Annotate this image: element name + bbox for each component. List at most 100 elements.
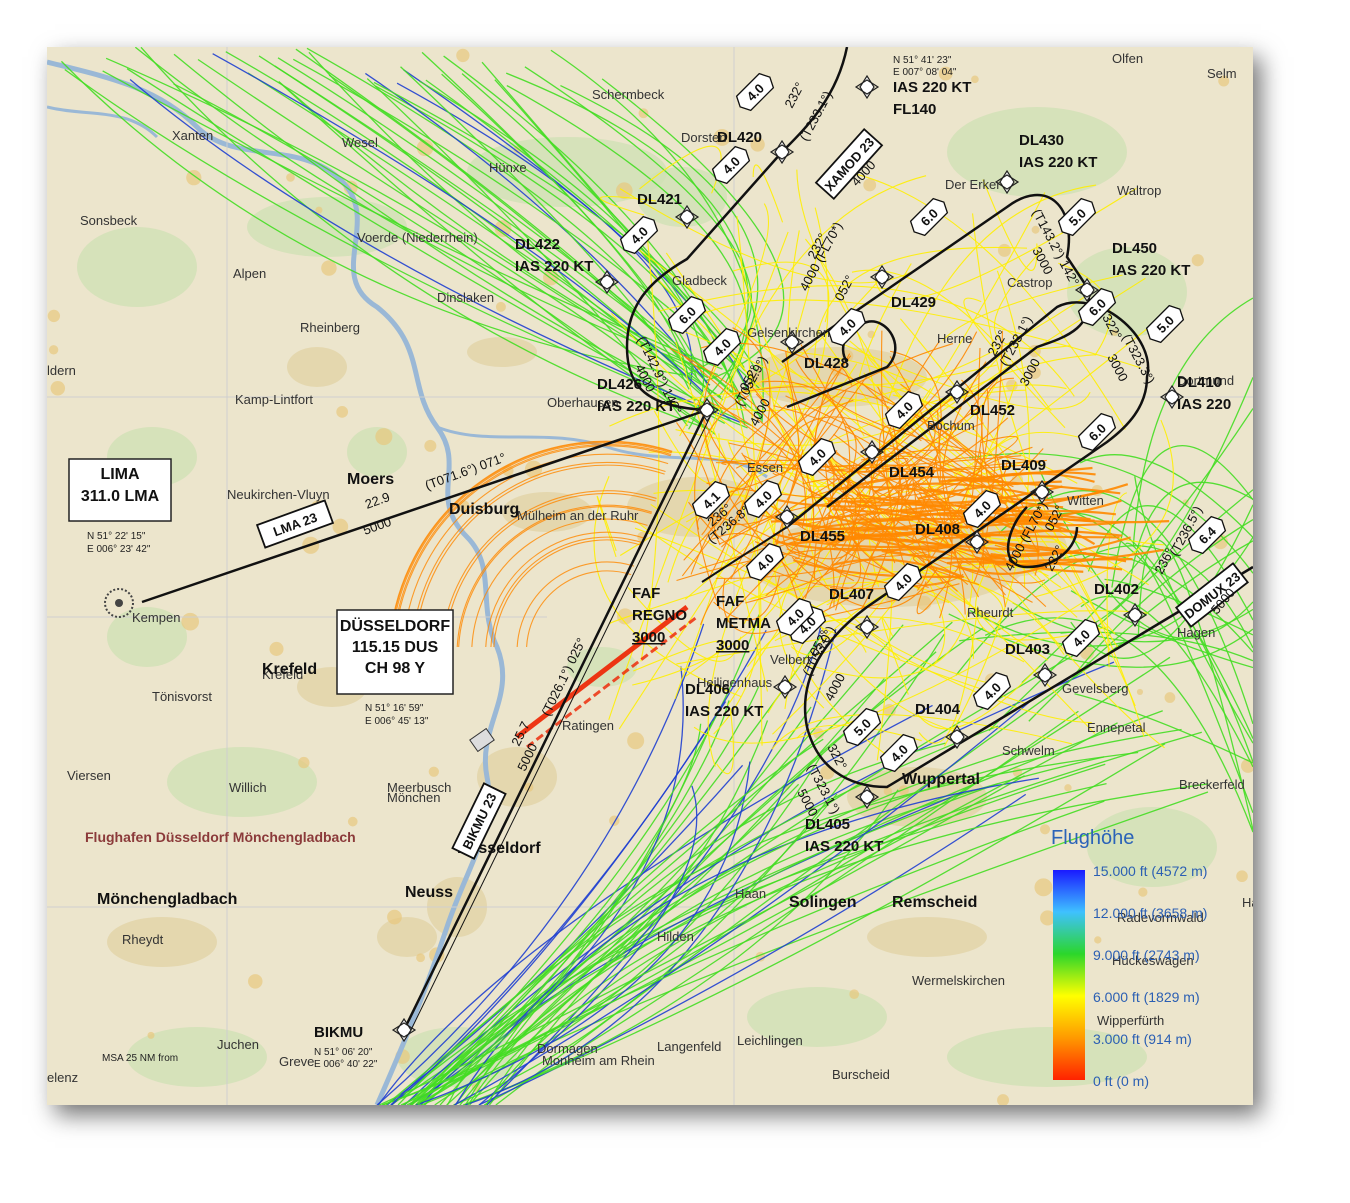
town-label: Greve [279,1054,314,1069]
town-label: Bochum [927,418,975,433]
settlement [347,816,358,827]
town-label: Halver [1242,895,1253,910]
city-label: Mönchengladbach [97,891,237,908]
waypoint-dl420-label[interactable]: DL420 [717,129,762,146]
waypoint-dl426-label[interactable]: IAS 220 KT [597,398,675,415]
settlement [147,1031,155,1039]
settlement [1034,878,1053,897]
town-label: Schermbeck [592,87,665,102]
town-label: Essen [747,460,783,475]
legend-label: 0 ft (0 m) [1093,1073,1149,1089]
town-label: Witten [1067,493,1104,508]
settlement [1064,784,1072,792]
navaid-dus-freq: 115.15 DUS [352,639,439,656]
town-label: Kempen [132,610,180,625]
waypoint-dl402-label[interactable]: DL402 [1094,581,1139,598]
xamod-coord: E 007° 08' 04" [893,67,957,78]
waypoint-xamod-label[interactable]: FL140 [893,101,936,118]
waypoint-dl405-label[interactable]: DL405 [805,816,850,833]
town-label: Rheydt [122,932,164,947]
city-label: Neuss [405,884,453,901]
waypoint-dl454-label[interactable]: DL454 [889,464,935,481]
faf-label: FAF [716,593,744,610]
waypoint-dl455-label[interactable]: DL455 [800,528,845,545]
forest-area [77,227,197,307]
waypoint-dl429-label[interactable]: DL429 [891,294,936,311]
town-label: Der Erker [945,177,1001,192]
waypoint-dl405-label[interactable]: IAS 220 KT [805,838,883,855]
waypoint-dl452-label[interactable]: DL452 [970,402,1015,419]
waypoint-dl450-label[interactable]: IAS 220 KT [1112,262,1190,279]
airport-label: Flughafen Düsseldorf Mönchengladbach [85,829,356,845]
navaid-lima-name: LIMA [100,466,140,483]
waypoint-bikmu-label[interactable]: BIKMU [314,1024,363,1041]
settlement [1040,910,1056,926]
waypoint-dl422-label[interactable]: IAS 220 KT [515,258,593,275]
waypoint-dl407-label[interactable]: DL407 [829,586,874,603]
town-label: Hilden [657,929,694,944]
navaid-dus-channel: CH 98 Y [365,660,426,677]
waypoint-xamod-label[interactable]: IAS 220 KT [893,79,971,96]
settlement [375,428,393,446]
bikmu-coord: N 51° 06' 20" [314,1047,373,1058]
town-label: Wesel [342,135,378,150]
waypoint-dl450-label[interactable]: DL450 [1112,240,1157,257]
settlement [627,732,645,750]
settlement [1136,688,1144,695]
approach-chart-map[interactable]: Schermbeck Dorsten Olfen Selm Xanten Wesel Hün… [47,47,1253,1105]
settlement [917,595,932,611]
waypoint-dl410-label[interactable]: IAS 220 [1177,396,1231,413]
waypoint-dl422-label[interactable]: DL422 [515,236,560,253]
city-label: Duisburg [449,501,519,518]
town-label: Voerde (Niederrhein) [357,230,478,245]
town-label: Castrop [1007,275,1053,290]
settlement [456,48,470,63]
city-label: Remscheid [892,894,977,911]
town-label: Schwelm [1002,743,1055,758]
navaid-dus-coord: N 51° 16' 59" [365,703,424,714]
waypoint-dl409-label[interactable]: DL409 [1001,457,1046,474]
town-label: Alpen [233,266,266,281]
legend-colorbar [1053,870,1085,1080]
settlement [495,301,506,312]
town-label: Ennepetal [1087,720,1146,735]
town-label: Breckerfeld [1179,777,1245,792]
bikmu-coord: E 006° 40' 22" [314,1059,378,1070]
waypoint-dl421-label[interactable]: DL421 [637,191,682,208]
town-label: Juchen [217,1037,259,1052]
waypoint-dl428-label[interactable]: DL428 [804,355,849,372]
legend-label: 6.000 ft (1829 m) [1093,989,1200,1005]
settlement [1039,824,1051,835]
town-label: Willich [229,780,267,795]
waypoint-dl426-label[interactable]: DL426 [597,376,642,393]
waypoint-dl430-label[interactable]: IAS 220 KT [1019,154,1097,171]
settlement [849,989,860,1000]
waypoint-dl403-label[interactable]: DL403 [1005,641,1050,658]
town-label: elenz [47,1070,78,1085]
town-label: Monheim am Rhein [542,1053,655,1068]
waypoint-dl404-label[interactable]: DL404 [915,701,961,718]
town-label: Olfen [1112,51,1143,66]
waypoint-dl430-label[interactable]: DL430 [1019,132,1064,149]
town-label: Hagen [1177,625,1215,640]
settlement [1236,870,1248,883]
navaid-dus-coord: E 006° 45' 13" [365,716,429,727]
settlement [416,953,425,963]
town-label: Gevelsberg [1062,681,1128,696]
waypoint-dl408-label[interactable]: DL408 [915,521,960,538]
navaid-dus-name: DÜSSELDORF [340,616,450,635]
waypoint-dl406-label[interactable]: DL406 [685,681,730,698]
town-label: Mülheim an der Ruhr [517,508,639,523]
town-label: Gelsenkirchen [747,325,830,340]
city-label: Krefeld [262,661,317,678]
settlement [387,909,402,925]
settlement [424,439,437,452]
settlement [1094,936,1102,944]
settlement [269,641,284,656]
town-label: Gladbeck [672,273,727,288]
town-label: Tönisvorst [152,689,212,704]
faf-label: FAF [632,585,660,602]
map-canvas[interactable]: SchermbeckDorstenOlfenSelmXanten WeselHün… [47,47,1253,1105]
waypoint-dl410-label[interactable]: DL410 [1177,374,1222,391]
waypoint-dl406-label[interactable]: IAS 220 KT [685,703,763,720]
